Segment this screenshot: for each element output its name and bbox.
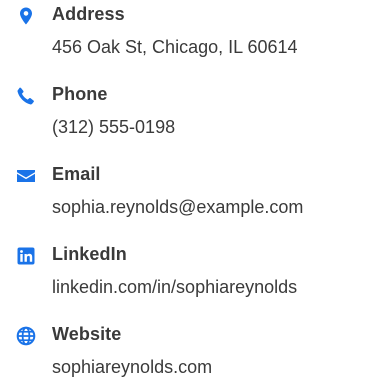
website-value[interactable]: sophiareynolds.com [52, 357, 212, 378]
contact-item-website: Website sophiareynolds.com [0, 320, 391, 390]
address-value: 456 Oak St, Chicago, IL 60614 [52, 37, 298, 57]
linkedin-icon [16, 246, 36, 266]
contact-item-email: Email sophia.reynolds@example.com [0, 160, 391, 230]
website-label: Website [52, 324, 122, 344]
phone-icon [16, 86, 36, 106]
map-marker-icon [16, 6, 36, 26]
linkedin-label: LinkedIn [52, 244, 127, 264]
contact-item-linkedin: LinkedIn linkedin.com/in/sophiareynolds [0, 240, 391, 310]
address-label: Address [52, 4, 125, 24]
contact-item-phone: Phone (312) 555-0198 [0, 80, 391, 150]
linkedin-value[interactable]: linkedin.com/in/sophiareynolds [52, 277, 297, 298]
envelope-icon [16, 166, 36, 186]
phone-value[interactable]: (312) 555-0198 [52, 117, 175, 138]
phone-label: Phone [52, 84, 108, 104]
email-value[interactable]: sophia.reynolds@example.com [52, 197, 303, 218]
contact-item-address: Address 456 Oak St, Chicago, IL 60614 [0, 0, 391, 70]
globe-icon [16, 326, 36, 346]
email-label: Email [52, 164, 101, 184]
